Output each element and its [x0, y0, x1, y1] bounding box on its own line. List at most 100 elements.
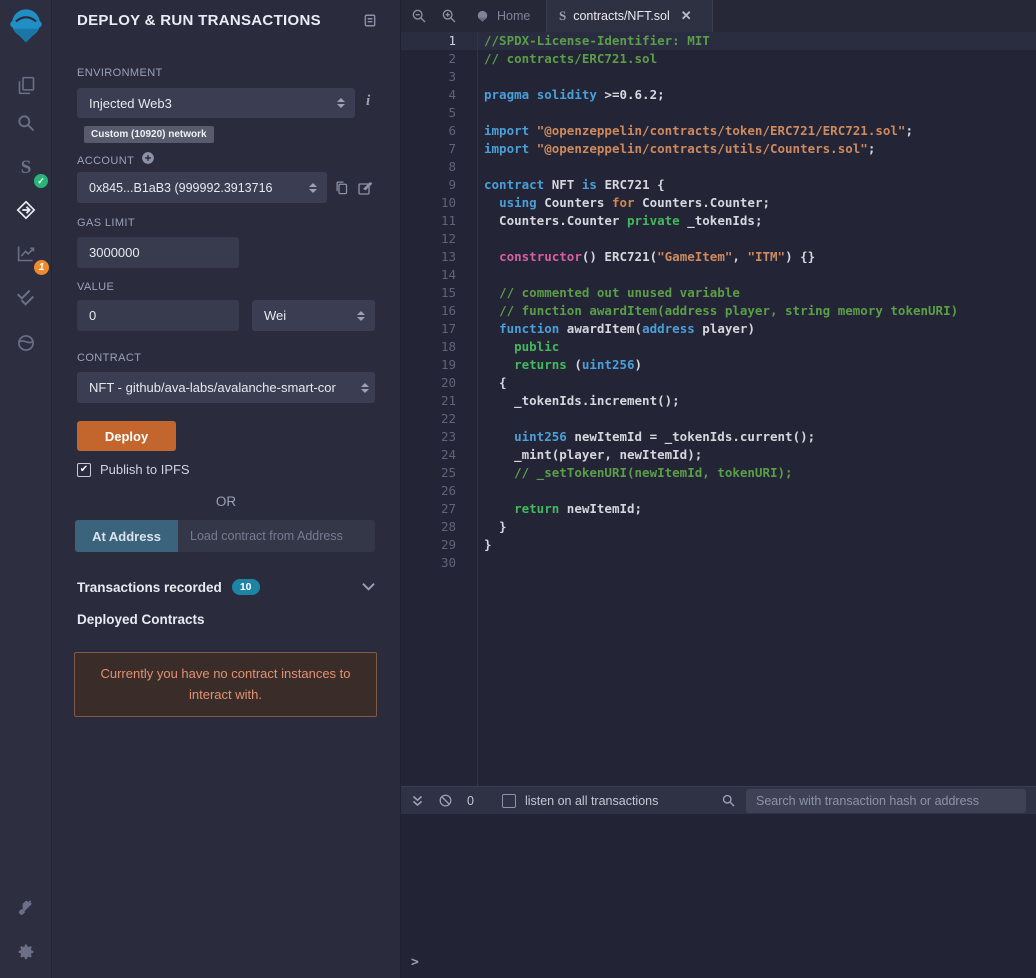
code-line[interactable]: 25 // _setTokenURI(newItemId, tokenURI);: [401, 464, 1036, 482]
select-caret-icon: [309, 183, 317, 193]
line-number: 13: [401, 248, 456, 266]
remix-logo[interactable]: [4, 4, 48, 48]
code-editor[interactable]: 1//SPDX-License-Identifier: MIT2 // contr…: [401, 32, 1036, 786]
file-explorer-icon[interactable]: [0, 66, 52, 104]
line-number: 5: [401, 104, 456, 122]
code-line[interactable]: 8: [401, 158, 1036, 176]
publish-ipfs-checkbox[interactable]: ✔: [77, 463, 91, 477]
code-text: function awardItem(address player): [484, 320, 755, 338]
code-text: {: [484, 374, 507, 392]
listen-transactions-checkbox[interactable]: [502, 794, 516, 808]
code-text: //SPDX-License-Identifier: MIT: [484, 32, 710, 50]
chevron-down-icon[interactable]: [362, 578, 375, 596]
at-address-input[interactable]: [178, 520, 375, 552]
code-line[interactable]: 26: [401, 482, 1036, 500]
copy-account-icon[interactable]: [334, 180, 349, 201]
code-text: // contracts/ERC721.sol: [484, 50, 657, 68]
analytics-icon[interactable]: 1: [0, 234, 52, 272]
code-line[interactable]: 23 uint256 newItemId = _tokenIds.current…: [401, 428, 1036, 446]
code-text: import "@openzeppelin/contracts/utils/Co…: [484, 140, 875, 158]
active-tab-label: contracts/NFT.sol: [573, 9, 670, 23]
code-line[interactable]: 7import "@openzeppelin/contracts/utils/C…: [401, 140, 1036, 158]
code-line[interactable]: 17 function awardItem(address player): [401, 320, 1036, 338]
code-line[interactable]: 28 }: [401, 518, 1036, 536]
code-line[interactable]: 16 // function awardItem(address player,…: [401, 302, 1036, 320]
code-line[interactable]: 11 Counters.Counter private _tokenIds;: [401, 212, 1036, 230]
environment-info-icon[interactable]: i: [366, 93, 370, 110]
value-label: VALUE: [77, 281, 114, 293]
line-number: 8: [401, 158, 456, 176]
code-line[interactable]: 12: [401, 230, 1036, 248]
line-number: 3: [401, 68, 456, 86]
code-line[interactable]: 4pragma solidity >=0.6.2;: [401, 86, 1036, 104]
contract-label: CONTRACT: [77, 352, 141, 364]
value-unit-select[interactable]: Wei: [252, 300, 375, 331]
at-address-button[interactable]: At Address: [75, 520, 178, 552]
code-line[interactable]: 24 _mint(player, newItemId);: [401, 446, 1036, 464]
code-line[interactable]: 30: [401, 554, 1036, 572]
publish-ipfs-row[interactable]: ✔ Publish to IPFS: [77, 462, 190, 477]
line-number: 15: [401, 284, 456, 302]
tab-bar: Home S contracts/NFT.sol ✕: [401, 0, 1036, 32]
deploy-run-icon[interactable]: [0, 191, 52, 229]
code-line[interactable]: 6 import "@openzeppelin/contracts/token/E…: [401, 122, 1036, 140]
terminal-output[interactable]: >: [401, 814, 1036, 978]
code-line[interactable]: 5: [401, 104, 1036, 122]
code-line[interactable]: 13 constructor() ERC721("GameItem", "ITM…: [401, 248, 1036, 266]
add-account-icon[interactable]: [141, 151, 155, 170]
code-line[interactable]: 19 returns (uint256): [401, 356, 1036, 374]
search-icon[interactable]: [0, 104, 52, 142]
code-line[interactable]: 22: [401, 410, 1036, 428]
environment-select[interactable]: Injected Web3: [77, 88, 355, 118]
code-line[interactable]: 10 using Counters for Counters.Counter;: [401, 194, 1036, 212]
code-line[interactable]: 9contract NFT is ERC721 {: [401, 176, 1036, 194]
line-number: 9: [401, 176, 456, 194]
tab-home[interactable]: Home: [463, 0, 542, 32]
unit-testing-icon[interactable]: [0, 278, 52, 316]
gas-limit-input[interactable]: [77, 237, 239, 268]
value-input[interactable]: [77, 300, 239, 331]
code-line[interactable]: 14: [401, 266, 1036, 284]
code-text: import "@openzeppelin/contracts/token/ER…: [484, 122, 913, 140]
code-line[interactable]: 29}: [401, 536, 1036, 554]
value-unit: Wei: [264, 308, 351, 323]
solidity-compiler-icon[interactable]: S ✓: [0, 149, 52, 187]
account-select[interactable]: 0x845...B1aB3 (999992.3913716: [77, 172, 327, 203]
transactions-recorded-row[interactable]: Transactions recorded 10: [77, 578, 375, 596]
code-line[interactable]: 15 // commented out unused variable: [401, 284, 1036, 302]
line-number: 27: [401, 500, 456, 518]
docs-icon[interactable]: [363, 13, 377, 33]
code-line[interactable]: 20 {: [401, 374, 1036, 392]
edit-account-icon[interactable]: [357, 180, 373, 201]
deploy-button[interactable]: Deploy: [77, 421, 176, 451]
network-badge: Custom (10920) network: [84, 126, 214, 143]
account-value: 0x845...B1aB3 (999992.3913716: [89, 181, 303, 195]
plugin-manager-icon[interactable]: [0, 889, 52, 927]
transactions-recorded-label: Transactions recorded: [77, 580, 222, 595]
tab-active-file[interactable]: S contracts/NFT.sol ✕: [546, 0, 713, 32]
settings-icon[interactable]: [0, 933, 52, 971]
line-number: 16: [401, 302, 456, 320]
listen-transactions-row[interactable]: listen on all transactions: [502, 794, 658, 808]
clear-terminal-icon[interactable]: [438, 793, 453, 808]
line-number: 6: [401, 122, 456, 140]
code-line[interactable]: 21 _tokenIds.increment();: [401, 392, 1036, 410]
code-line[interactable]: 1//SPDX-License-Identifier: MIT: [401, 32, 1036, 50]
plugin-circle-icon[interactable]: [0, 324, 52, 362]
code-text: pragma solidity >=0.6.2;: [484, 86, 665, 104]
line-number: 28: [401, 518, 456, 536]
close-tab-icon[interactable]: ✕: [681, 8, 692, 24]
listen-transactions-label: listen on all transactions: [525, 794, 658, 808]
line-number: 2: [401, 50, 456, 68]
gutter-separator: [477, 32, 478, 786]
code-line[interactable]: 2 // contracts/ERC721.sol: [401, 50, 1036, 68]
zoom-out-icon[interactable]: [411, 8, 427, 24]
contract-select[interactable]: NFT - github/ava-labs/avalanche-smart-co…: [77, 372, 375, 403]
code-line[interactable]: 27 return newItemId;: [401, 500, 1036, 518]
line-number: 22: [401, 410, 456, 428]
code-line[interactable]: 18 public: [401, 338, 1036, 356]
code-line[interactable]: 3: [401, 68, 1036, 86]
terminal-search-input[interactable]: [746, 789, 1026, 813]
expand-terminal-icon[interactable]: [411, 794, 424, 808]
zoom-in-icon[interactable]: [441, 8, 457, 24]
